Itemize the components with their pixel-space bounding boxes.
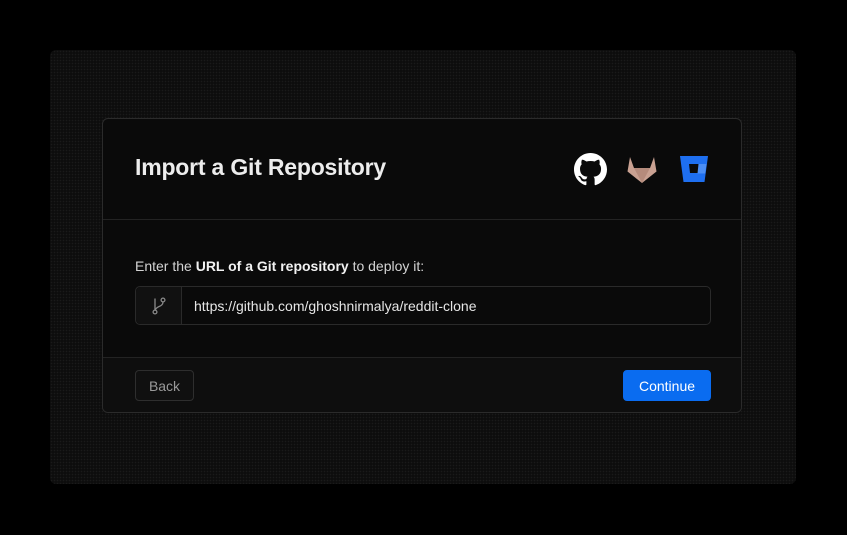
bitbucket-button[interactable] (677, 152, 711, 186)
continue-button[interactable]: Continue (623, 370, 711, 401)
repo-url-field (135, 286, 711, 325)
url-prefix (136, 287, 182, 324)
card-footer: Back Continue (103, 357, 741, 412)
gitlab-button[interactable] (625, 152, 659, 186)
prompt-suffix: to deploy it: (348, 258, 425, 274)
git-provider-list (555, 152, 711, 186)
gitlab-icon (627, 157, 657, 183)
bitbucket-icon (680, 156, 708, 182)
git-branch-icon (151, 296, 166, 315)
import-git-card: Import a Git Repository Enter the URL of… (102, 118, 742, 413)
github-button[interactable] (573, 152, 607, 186)
page-title: Import a Git Repository (135, 154, 386, 180)
url-prompt: Enter the URL of a Git repository to dep… (135, 258, 424, 274)
github-icon (573, 152, 607, 185)
prompt-bold: URL of a Git repository (195, 258, 349, 274)
back-button[interactable]: Back (135, 370, 194, 401)
prompt-prefix: Enter the (135, 258, 196, 274)
card-body: Enter the URL of a Git repository to dep… (103, 220, 741, 357)
repo-url-input[interactable] (182, 287, 710, 324)
card-header: Import a Git Repository (103, 119, 741, 220)
